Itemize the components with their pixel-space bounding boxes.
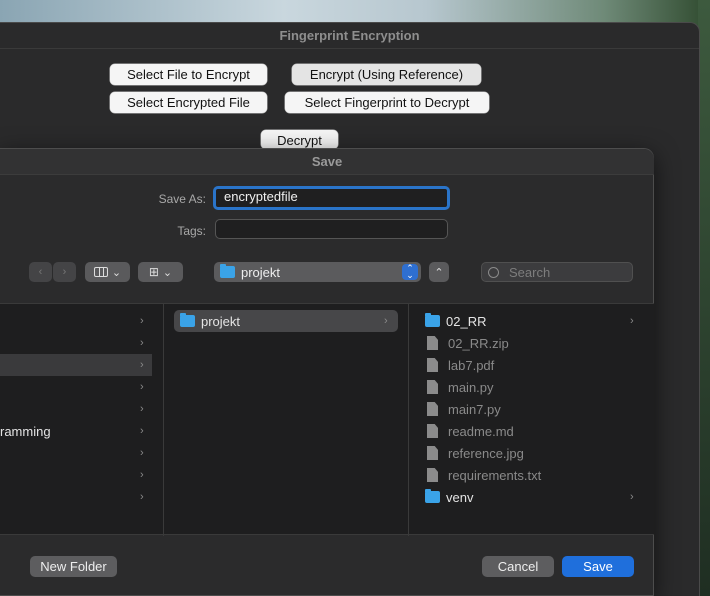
location-popup[interactable]: projekt ⌃ ⌄ <box>214 262 421 282</box>
document-icon <box>427 380 438 394</box>
sidebar-column: › › › › › ramming › › › › <box>0 304 164 536</box>
file-list-item: 02_RR.zip <box>425 332 645 354</box>
chevron-up-icon: ⌃ <box>434 266 444 279</box>
chevron-right-icon: › <box>630 315 634 327</box>
save-as-label: Save As: <box>158 192 206 206</box>
tags-input[interactable] <box>215 219 448 239</box>
folder-list-item[interactable]: 02_RR › <box>425 310 645 332</box>
file-list-item: requirements.txt <box>425 464 645 486</box>
file-list-item: main7.py <box>425 398 645 420</box>
item-label: venv <box>446 489 474 505</box>
item-label: readme.md <box>448 423 514 439</box>
sidebar-item[interactable]: › <box>0 398 152 420</box>
chevron-right-icon: › <box>140 381 144 393</box>
save-as-input[interactable]: encryptedfile <box>213 186 450 210</box>
chevron-right-icon: › <box>140 447 144 459</box>
select-fingerprint-button[interactable]: Select Fingerprint to Decrypt <box>285 92 489 113</box>
sidebar-item-label: ramming <box>0 423 51 439</box>
file-list-item: reference.jpg <box>425 442 645 464</box>
document-icon <box>427 468 438 482</box>
folder-list-item[interactable]: venv › <box>425 486 645 508</box>
chevron-left-icon: ‹ <box>38 266 43 278</box>
folder-icon <box>180 313 195 327</box>
chevron-right-icon: › <box>140 403 144 415</box>
chevron-right-icon: › <box>384 315 388 327</box>
file-list-item: readme.md <box>425 420 645 442</box>
forward-button[interactable]: › <box>53 262 76 282</box>
folder-icon <box>425 489 440 503</box>
chevron-right-icon: › <box>140 315 144 327</box>
chevron-down-icon: ⌄ <box>111 266 122 279</box>
item-label: main7.py <box>448 401 501 417</box>
folder-icon <box>220 264 235 278</box>
new-folder-button[interactable]: New Folder <box>30 556 117 577</box>
item-label: 02_RR <box>446 313 487 329</box>
cancel-button[interactable]: Cancel <box>482 556 554 577</box>
save-button[interactable]: Save <box>562 556 634 577</box>
item-label: main.py <box>448 379 494 395</box>
sidebar-item[interactable]: ramming › <box>0 420 152 442</box>
chevron-right-icon: › <box>62 266 67 278</box>
save-dialog-title: Save <box>0 149 654 175</box>
search-input[interactable]: Search <box>481 262 633 282</box>
select-encrypted-button[interactable]: Select Encrypted File <box>110 92 267 113</box>
save-dialog: Save Save As: encryptedfile Tags: ‹ › ⌄ … <box>0 148 654 596</box>
tags-label: Tags: <box>177 224 206 238</box>
document-icon <box>427 402 438 416</box>
item-label: 02_RR.zip <box>448 335 509 351</box>
app-title: Fingerprint Encryption <box>0 23 699 49</box>
sidebar-item[interactable]: › <box>0 354 152 376</box>
group-button[interactable]: ⊞ ⌄ <box>138 262 183 282</box>
item-label: lab7.pdf <box>448 357 495 373</box>
up-down-chevron-icon: ⌃ ⌄ <box>402 264 418 280</box>
chevron-right-icon: › <box>140 469 144 481</box>
sidebar-item[interactable]: › <box>0 464 152 486</box>
chevron-down-icon: ⌄ <box>162 266 173 279</box>
sidebar-item[interactable]: › <box>0 310 152 332</box>
view-mode-button[interactable]: ⌄ <box>85 262 130 282</box>
item-label: requirements.txt <box>448 467 542 483</box>
search-icon <box>488 266 499 278</box>
search-placeholder: Search <box>509 264 551 280</box>
folder-label: projekt <box>201 313 241 329</box>
columns-view-icon <box>93 267 108 277</box>
back-button[interactable]: ‹ <box>29 262 52 282</box>
sidebar-item[interactable]: › <box>0 486 152 508</box>
document-icon <box>427 336 438 350</box>
encrypt-reference-button[interactable]: Encrypt (Using Reference) <box>292 64 481 85</box>
contents-column: 02_RR › 02_RR.zip lab7.pdf main.py main7.py re… <box>409 304 654 536</box>
chevron-right-icon: › <box>140 337 144 349</box>
file-list-item: main.py <box>425 376 645 398</box>
folder-list-item[interactable]: projekt › <box>174 310 398 332</box>
file-list-item: lab7.pdf <box>425 354 645 376</box>
sidebar-item[interactable]: › <box>0 442 152 464</box>
select-file-button[interactable]: Select File to Encrypt <box>110 64 267 85</box>
item-label: reference.jpg <box>448 445 524 461</box>
chevron-right-icon: › <box>630 491 634 503</box>
folder-icon <box>425 313 440 327</box>
chevron-right-icon: › <box>140 425 144 437</box>
folder-column: projekt › <box>164 304 409 536</box>
file-browser: › › › › › ramming › › › › projekt › 02_RR › 02_RR.zi… <box>0 303 654 536</box>
chevron-right-icon: › <box>140 359 144 371</box>
document-icon <box>427 424 438 438</box>
sidebar-item[interactable]: › <box>0 376 152 398</box>
sidebar-item[interactable]: › <box>0 332 152 354</box>
location-label: projekt <box>241 264 281 280</box>
grid-icon: ⊞ <box>148 265 159 279</box>
chevron-right-icon: › <box>140 491 144 503</box>
decrypt-button[interactable]: Decrypt <box>261 130 338 149</box>
document-icon <box>427 358 438 372</box>
collapse-button[interactable]: ⌃ <box>429 262 449 282</box>
document-icon <box>427 446 438 460</box>
